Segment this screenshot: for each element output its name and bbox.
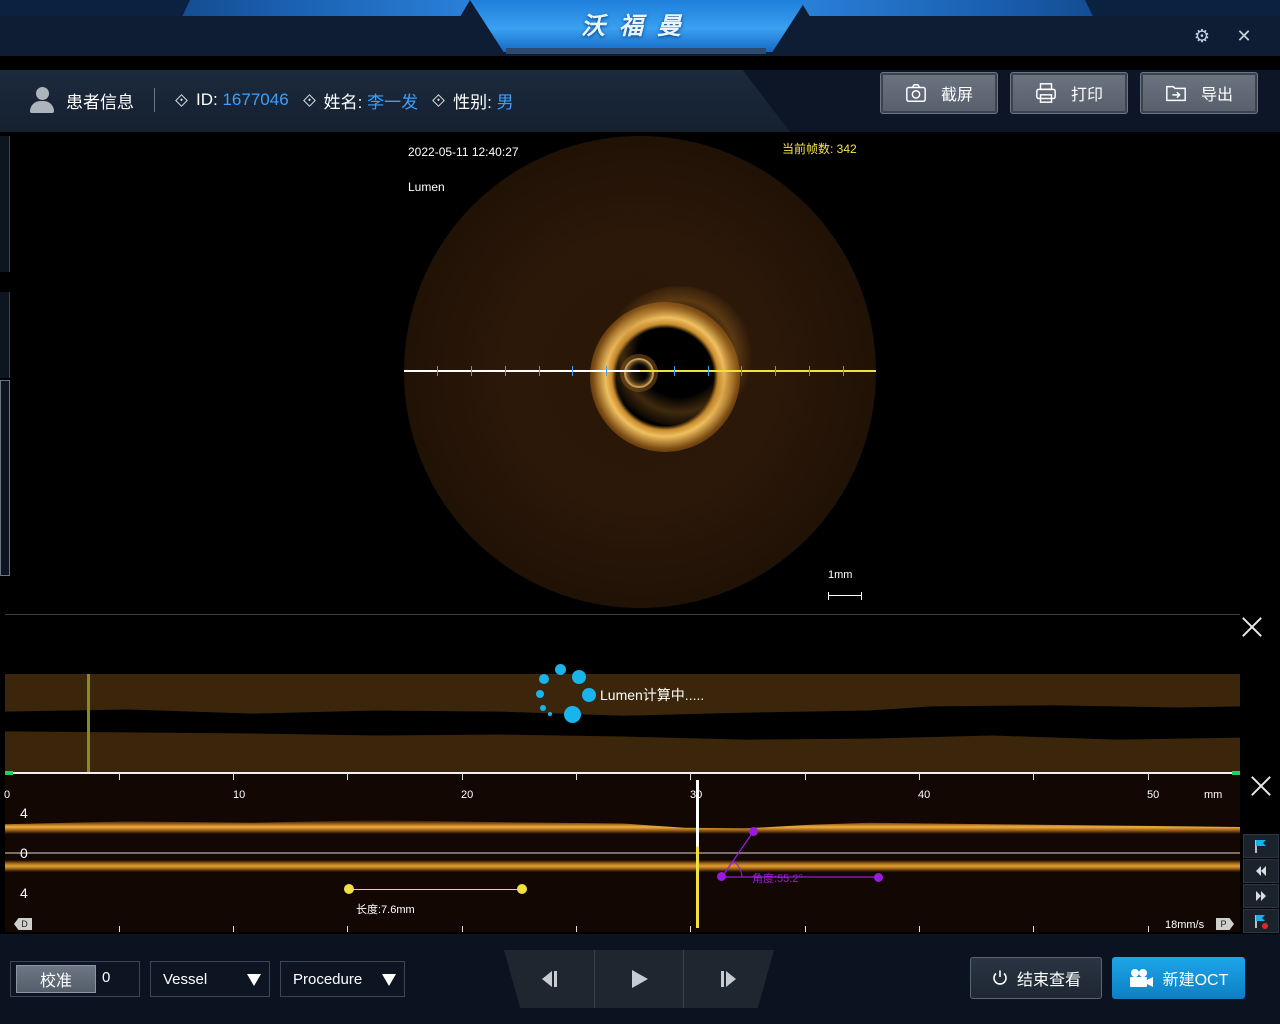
scale-bar [828, 592, 862, 600]
current-frame-label: 当前帧数: 342 [782, 142, 857, 156]
length-axis [5, 771, 1240, 775]
dropdown-arrow-icon [247, 974, 261, 986]
depth-label: 4 [20, 805, 28, 821]
diamond-bullet-icon [175, 93, 188, 107]
left-rail-lower[interactable] [0, 380, 10, 576]
rewind-icon [1256, 866, 1266, 876]
axis-label: 20 [461, 789, 474, 801]
axis-unit: mm [1204, 789, 1223, 801]
scale-label: 1mm [828, 569, 853, 581]
axis-label: 0 [4, 789, 11, 801]
settings-gear-icon[interactable]: ⚙ [1192, 26, 1212, 46]
window-close-icon[interactable]: ✕ [1234, 26, 1254, 46]
loading-spinner-icon [534, 664, 598, 724]
camera-icon [906, 84, 926, 102]
axis-label: 50 [1147, 789, 1160, 801]
flag-delete-icon [1255, 915, 1268, 929]
step-forward-icon [721, 971, 736, 987]
new-oct-button[interactable]: 新建OCT [1112, 957, 1245, 999]
left-rail-middle[interactable] [0, 292, 10, 378]
folder-export-icon [1166, 85, 1186, 102]
diamond-bullet-icon [432, 93, 445, 107]
length-measure-line[interactable] [349, 889, 522, 890]
patient-info: 患者信息 ID: 1677046 姓名: 李一发 性别: 男 [30, 86, 526, 114]
flag-marker-button[interactable] [1243, 834, 1279, 858]
video-camera-icon [1129, 969, 1153, 987]
measurement-line[interactable] [404, 366, 876, 376]
flag-icon [1255, 840, 1266, 853]
vessel-wall-lower [5, 860, 1240, 872]
angle-measure-handle[interactable] [749, 827, 758, 836]
diamond-bullet-icon [302, 93, 316, 107]
delete-marker-button[interactable] [1243, 909, 1279, 933]
frame-marker[interactable] [87, 674, 90, 772]
pullback-speed: 18mm/s [1165, 919, 1205, 931]
step-back-icon [542, 971, 557, 987]
oct-overlay-label: Lumen [408, 180, 445, 194]
app-title: 沃福曼 [581, 13, 695, 40]
patient-sex-label: 性别: [453, 92, 492, 112]
depth-label: 0 [20, 845, 28, 861]
length-measure-handle[interactable] [344, 884, 354, 894]
fast-forward-icon [1256, 891, 1266, 901]
length-measure-handle[interactable] [517, 884, 527, 894]
close-longitudinal-icon[interactable] [1250, 775, 1272, 797]
catheter-ring [624, 358, 654, 388]
power-icon [993, 970, 1007, 985]
next-frame-button[interactable] [684, 950, 772, 1008]
close-profile-icon[interactable] [1241, 616, 1263, 638]
user-icon [30, 87, 54, 113]
patient-name-label: 姓名: [323, 92, 363, 112]
end-review-button[interactable]: 结束查看 [970, 957, 1102, 999]
play-icon [632, 970, 648, 988]
patient-name-value: 李一发 [367, 92, 419, 112]
left-rail-upper[interactable] [0, 136, 10, 272]
calibrate-value[interactable]: 0 [102, 969, 110, 986]
lumen-status-text: Lumen计算中..... [600, 687, 705, 703]
previous-frame-button[interactable] [506, 950, 594, 1008]
patient-id-value: 1677046 [222, 90, 289, 109]
vessel-wall-upper [5, 820, 1240, 834]
procedure-dropdown[interactable]: Procedure [280, 961, 405, 997]
frame-cursor[interactable] [696, 780, 699, 928]
next-marker-button[interactable] [1243, 884, 1279, 908]
patient-id-label: ID: [196, 90, 218, 109]
play-button[interactable] [595, 950, 683, 1008]
separator [154, 88, 155, 112]
print-button[interactable]: 打印 [1010, 72, 1128, 114]
length-measure-label: 长度:7.6mm [356, 904, 415, 916]
angle-measure-handle[interactable] [874, 873, 883, 882]
depth-label: 4 [20, 885, 28, 901]
angle-measure-label: 角度:55.2° [752, 873, 803, 885]
dropdown-arrow-icon [382, 974, 396, 986]
patient-section-label: 患者信息 [66, 92, 134, 112]
screenshot-button[interactable]: 截屏 [880, 72, 998, 114]
divider [5, 614, 1240, 615]
printer-icon [1036, 83, 1056, 103]
patient-sex-value: 男 [496, 92, 514, 112]
axis-label: 40 [918, 789, 931, 801]
oct-image[interactable] [404, 136, 876, 608]
angle-measure-handle[interactable] [717, 872, 726, 881]
longitudinal-view[interactable] [5, 772, 1240, 932]
axis-label: 10 [233, 789, 246, 801]
export-button[interactable]: 导出 [1140, 72, 1258, 114]
prev-marker-button[interactable] [1243, 859, 1279, 883]
oct-datetime: 2022-05-11 12:40:27 [408, 145, 519, 159]
vessel-dropdown[interactable]: Vessel [150, 961, 270, 997]
calibrate-button[interactable]: 校准 [16, 965, 96, 993]
